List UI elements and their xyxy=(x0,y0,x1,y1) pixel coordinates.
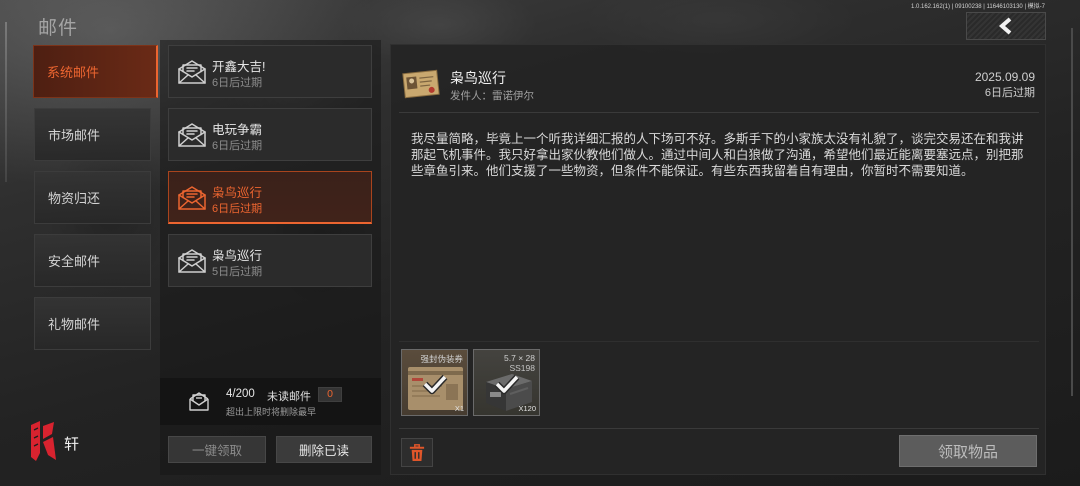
envelope-icon xyxy=(178,249,206,273)
category-label: 安全邮件 xyxy=(48,254,101,269)
mail-date: 2025.09.09 xyxy=(974,70,1035,84)
attachments-divider xyxy=(399,341,1039,342)
mail-list-panel: 开鑫大吉! 6日后过期 电玩争霸 6日后过期 枭鸟巡行 6日后过期 枭鸟巡行 5… xyxy=(160,40,381,475)
attachment-subname: SS198 xyxy=(509,363,535,373)
attachment-quantity: X1 xyxy=(454,404,464,413)
footer-divider xyxy=(399,428,1039,429)
category-system-mail[interactable]: 系统邮件 xyxy=(33,45,158,98)
attachment-name: 强封伪装券 xyxy=(420,354,463,364)
claimed-check-icon xyxy=(494,374,520,395)
category-market-mail[interactable]: 市场邮件 xyxy=(34,108,151,161)
mail-title: 电玩争霸 xyxy=(212,123,263,137)
trash-icon xyxy=(409,443,425,461)
mail-limit-note: 超出上限时将删除最早 xyxy=(226,407,317,417)
mail-detail-panel: 枭鸟巡行 发件人：雷诺伊尔 2025.09.09 6日后过期 我尽量简略，毕竟上… xyxy=(390,44,1046,475)
category-label: 物资归还 xyxy=(48,191,101,206)
category-label: 系统邮件 xyxy=(47,65,100,80)
mail-title: 开鑫大吉! xyxy=(212,60,266,74)
category-supply-return[interactable]: 物资归还 xyxy=(34,171,151,224)
mail-detail-expiry: 6日后过期 xyxy=(984,87,1035,99)
mail-list-item[interactable]: 开鑫大吉! 6日后过期 xyxy=(168,45,372,98)
mail-expiry: 5日后过期 xyxy=(212,266,263,278)
mail-list-item[interactable]: 枭鸟巡行 5日后过期 xyxy=(168,234,372,287)
mail-detail-title: 枭鸟巡行 xyxy=(450,70,506,86)
mailbox-summary: 4/200 未读邮件 0 超出上限时将删除最早 xyxy=(160,378,381,425)
chevron-left-icon xyxy=(998,17,1012,35)
attachment-quantity: X120 xyxy=(518,404,536,413)
claim-items-button[interactable]: 领取物品 xyxy=(899,435,1037,467)
unread-label: 未读邮件 xyxy=(267,391,311,403)
back-button[interactable] xyxy=(966,12,1046,40)
mail-body: 我尽量简略，毕竟上一个听我详细汇报的人下场可不好。多斯手下的小家族太没有礼貌了，… xyxy=(411,132,1024,178)
mail-count: 4/200 xyxy=(226,388,255,400)
mail-expiry: 6日后过期 xyxy=(212,77,263,89)
mail-expiry: 6日后过期 xyxy=(212,203,263,215)
mailbox-icon xyxy=(189,392,209,411)
envelope-icon xyxy=(178,123,206,147)
envelope-icon xyxy=(178,60,206,84)
page-title: 邮件 xyxy=(38,18,79,39)
claim-all-button[interactable]: 一键领取 xyxy=(168,436,266,463)
mail-title: 枭鸟巡行 xyxy=(212,249,263,263)
attachment-item[interactable]: 强封伪装券 X1 xyxy=(401,349,468,416)
brand-name: 轩 xyxy=(64,436,80,453)
delete-read-button[interactable]: 删除已读 xyxy=(276,436,372,463)
attachment-name: 5.7 × 28 xyxy=(504,353,535,363)
claimed-check-icon xyxy=(422,374,448,395)
mail-expiry: 6日后过期 xyxy=(212,140,263,152)
right-scrollbar[interactable] xyxy=(1071,28,1073,396)
unread-count-badge: 0 xyxy=(318,387,342,402)
red-claw-logo-icon xyxy=(31,421,56,461)
envelope-icon xyxy=(178,186,206,210)
delete-mail-button[interactable] xyxy=(401,438,433,467)
category-label: 礼物邮件 xyxy=(48,317,101,332)
attachment-item[interactable]: 5.7 × 28 SS198 X120 xyxy=(473,349,540,416)
category-gift-mail[interactable]: 礼物邮件 xyxy=(34,297,151,350)
mail-sender: 发件人：雷诺伊尔 xyxy=(450,90,534,102)
header-divider xyxy=(399,112,1039,113)
category-label: 市场邮件 xyxy=(48,128,101,143)
mail-list-item[interactable]: 电玩争霸 6日后过期 xyxy=(168,108,372,161)
letter-photo-icon xyxy=(402,69,440,99)
version-info: 1.0.162.162(1) | 09100238 | 11646103130 … xyxy=(911,4,1045,10)
category-security-mail[interactable]: 安全邮件 xyxy=(34,234,151,287)
mail-list-item[interactable]: 枭鸟巡行 6日后过期 xyxy=(168,171,372,224)
left-edge-decoration xyxy=(5,22,7,182)
mail-title: 枭鸟巡行 xyxy=(212,186,263,200)
